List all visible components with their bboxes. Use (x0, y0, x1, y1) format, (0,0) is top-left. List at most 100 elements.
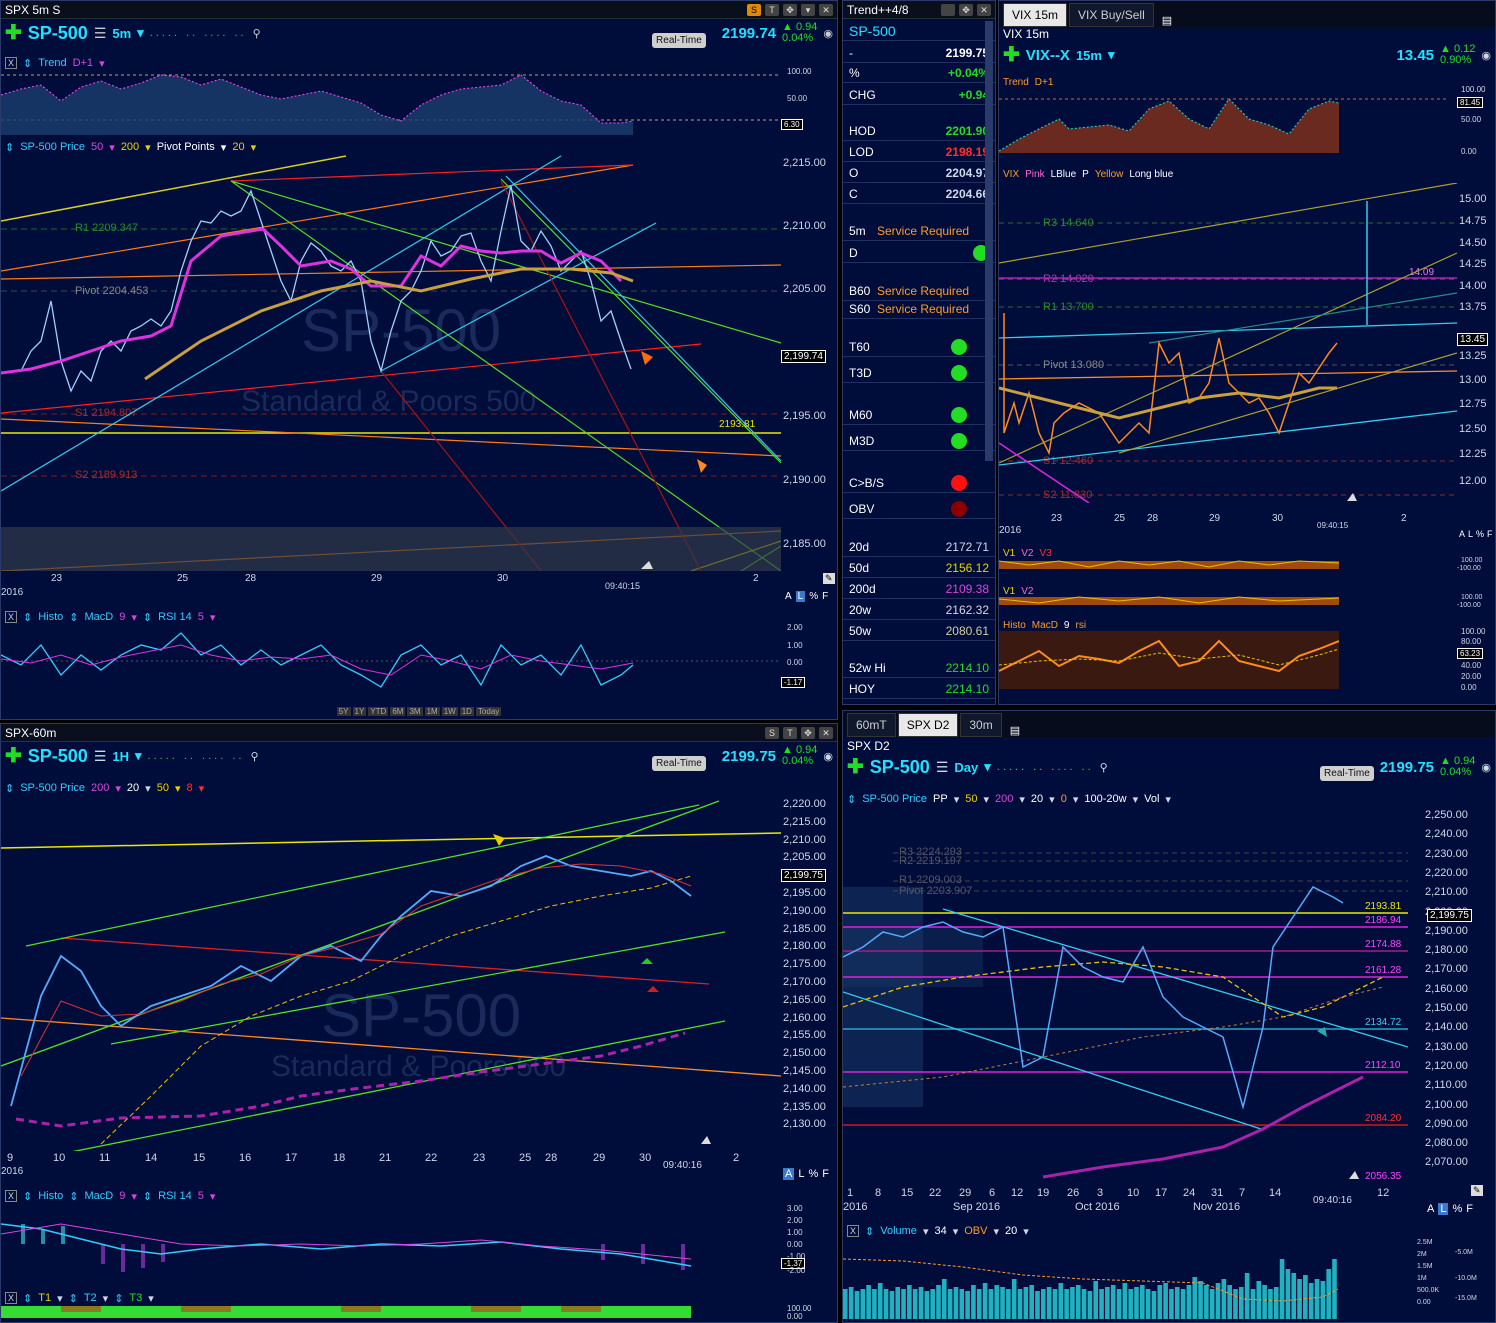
histo-label[interactable]: Histo (1003, 620, 1026, 631)
add-icon[interactable]: ✚ (5, 23, 22, 43)
list-icon[interactable]: ☰ (94, 748, 107, 765)
obv-param[interactable]: 20 (1005, 1225, 1017, 1237)
period-ytd[interactable]: YTD (368, 707, 389, 716)
t3-label[interactable]: T3 (129, 1292, 142, 1304)
percent-button[interactable]: % (1476, 529, 1484, 539)
tab-30m[interactable]: 30m (960, 713, 1002, 737)
price-y-axis[interactable]: 2,250.00 2,240.00 2,230.00 2,220.00 2,210.00… (1411, 807, 1495, 1187)
vix-trend-param[interactable]: D+1 (1035, 77, 1054, 88)
t1-label[interactable]: T1 (38, 1292, 51, 1304)
log-button[interactable]: L (1438, 1203, 1449, 1215)
x-axis[interactable]: 23 25 28 29 30 2 2016 09:40:15 (1, 573, 781, 599)
percent-button[interactable]: % (809, 591, 818, 602)
binoculars-icon[interactable]: ⚲ (253, 27, 261, 40)
interval-select[interactable]: Day (954, 760, 978, 775)
symbol-name[interactable]: SP-500 (870, 757, 930, 778)
close-study-button[interactable]: X (847, 1225, 860, 1237)
ma50-param[interactable]: 50 (157, 782, 169, 794)
zero-param[interactable]: 0 (1061, 793, 1067, 805)
pencil-icon[interactable]: ✎ (1471, 1185, 1483, 1196)
histo-label[interactable]: Histo (38, 611, 63, 623)
vix-interval[interactable]: 15m (1076, 48, 1102, 63)
price-study-label[interactable]: SP-500 Price (20, 782, 85, 794)
list-icon[interactable]: ☰ (94, 25, 107, 42)
macd-param[interactable]: 9 (1064, 620, 1070, 631)
close-icon[interactable]: ✕ (977, 3, 991, 16)
chevron-down-icon[interactable]: ▾ (801, 3, 815, 16)
vix-x-axis[interactable]: 23 25 28 29 30 2 2016 09:40:15 (999, 513, 1457, 537)
list-icon[interactable]: ☰ (936, 759, 949, 776)
ma8-param[interactable]: 8 (186, 782, 192, 794)
color-wheel-icon[interactable]: ◉ (1481, 49, 1491, 62)
add-icon[interactable]: ✚ (5, 746, 22, 766)
price-y-axis[interactable]: 2,215.00 2,210.00 2,205.00 2,199.74 2,19… (781, 151, 835, 571)
period-1w[interactable]: 1W (441, 707, 458, 716)
t2-label[interactable]: T2 (84, 1292, 97, 1304)
auto-button[interactable]: A (783, 1168, 795, 1180)
move-icon[interactable]: ✥ (959, 3, 973, 16)
tab-60mt[interactable]: 60mT (847, 713, 896, 737)
ma100-20w-param[interactable]: 100-20w (1084, 793, 1126, 805)
log-button[interactable]: L (1468, 529, 1473, 539)
tool-dots[interactable]: ..... .. .... .. (150, 27, 247, 39)
macd-param[interactable]: 9 (119, 1190, 125, 1202)
legend-yellow[interactable]: Yellow (1095, 169, 1124, 180)
rsi-param[interactable]: 5 (198, 1190, 204, 1202)
s-button[interactable]: S (765, 726, 779, 739)
scrollbar[interactable] (985, 21, 993, 461)
interval-select[interactable]: 1H (112, 749, 129, 764)
auto-button[interactable]: A (1459, 529, 1465, 539)
macd-param[interactable]: 9 (119, 611, 125, 623)
price-study-label[interactable]: SP-500 Price (862, 793, 927, 805)
t-button[interactable]: T (783, 726, 797, 739)
legend-lblue[interactable]: LBlue (1051, 169, 1077, 180)
macd-label[interactable]: MacD (85, 1190, 114, 1202)
macd-label[interactable]: MacD (85, 611, 114, 623)
tool-dots[interactable]: ..... .. .... .. (148, 750, 245, 762)
volume-param[interactable]: 34 (934, 1225, 946, 1237)
period-1m[interactable]: 1M (424, 707, 440, 716)
vix-symbol[interactable]: VIX--X (1026, 47, 1070, 64)
v3-label[interactable]: V3 (1039, 548, 1051, 559)
percent-button[interactable]: % (808, 1168, 818, 1180)
legend-long-blue[interactable]: Long blue (1129, 169, 1173, 180)
fit-button[interactable]: F (1466, 1203, 1473, 1215)
legend-p[interactable]: P (1082, 169, 1089, 180)
legend-pink[interactable]: Pink (1025, 169, 1044, 180)
rsi-param[interactable]: 5 (198, 611, 204, 623)
period-today[interactable]: Today (475, 707, 502, 716)
period-1d[interactable]: 1D (459, 707, 474, 716)
log-button[interactable]: L (795, 591, 806, 602)
percent-button[interactable]: % (1452, 1203, 1462, 1215)
v2-label[interactable]: V2 (1021, 548, 1033, 559)
volume-label[interactable]: Volume (880, 1225, 917, 1237)
close-study-button[interactable]: X (5, 1190, 18, 1202)
add-icon[interactable]: ✚ (847, 757, 864, 777)
move-icon[interactable]: ✥ (783, 3, 797, 16)
interval-select[interactable]: 5m (112, 26, 131, 41)
color-wheel-icon[interactable]: ◉ (1481, 761, 1491, 774)
tool-dots[interactable]: ..... .. .... .. (997, 761, 1094, 773)
auto-button[interactable]: A (1427, 1203, 1434, 1215)
fit-button[interactable]: F (822, 591, 828, 602)
period-6m[interactable]: 6M (390, 707, 406, 716)
auto-button[interactable]: A (785, 591, 792, 602)
vol-param[interactable]: Vol (1144, 793, 1159, 805)
x-axis[interactable]: 9 10 11 14 15 16 17 18 21 22 23 25 28 29 30 2 2016 09:40:… (1, 1152, 781, 1178)
vix-trend-label[interactable]: Trend (1003, 77, 1029, 88)
symbol-name[interactable]: SP-500 (28, 746, 88, 767)
ma200-param[interactable]: 200 (995, 793, 1013, 805)
tab-vix-15m[interactable]: VIX 15m (1003, 3, 1068, 27)
x-axis[interactable]: 1 8 15 22 29 6 12 19 26 3 10 17 24 31 7 14 12 2016 Sep 201… (843, 1187, 1408, 1215)
rsi-label[interactable]: RSI 14 (158, 611, 192, 623)
symbol-name[interactable]: SP-500 (28, 23, 88, 44)
v1-label[interactable]: V1 (1003, 548, 1015, 559)
vix-y-axis[interactable]: 15.00 14.75 14.50 14.25 14.00 13.75 13.4… (1457, 183, 1495, 503)
price-y-axis[interactable]: 2,220.00 2,215.00 2,210.00 2,205.00 2,199.75… (781, 796, 835, 1156)
period-1y[interactable]: 1Y (352, 707, 367, 716)
log-button[interactable]: L (798, 1168, 804, 1180)
chevron-down-icon[interactable]: ▾ (137, 25, 144, 41)
fit-button[interactable]: F (1487, 529, 1493, 539)
t-button[interactable]: T (765, 3, 779, 16)
color-wheel-icon[interactable]: ◉ (823, 750, 833, 763)
